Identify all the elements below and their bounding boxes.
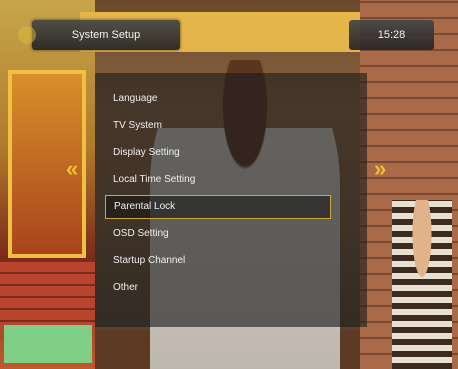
page-title: System Setup <box>71 29 141 41</box>
clock: 15:28 <box>377 29 406 41</box>
menu-item-startup-channel[interactable]: Startup Channel <box>105 249 331 273</box>
background-bricks <box>0 262 95 332</box>
double-chevron-left-icon[interactable]: « <box>66 158 78 180</box>
menu-panel: Language TV System Display Setting Local… <box>95 73 367 327</box>
menu-item-language[interactable]: Language <box>105 87 331 111</box>
menu-item-osd-setting[interactable]: OSD Setting <box>105 222 331 246</box>
menu-item-other[interactable]: Other <box>105 276 331 300</box>
menu-item-display-setting[interactable]: Display Setting <box>105 141 331 165</box>
background-person <box>392 200 452 369</box>
menu-item-tv-system[interactable]: TV System <box>105 114 331 138</box>
title-bar: System Setup <box>18 20 180 50</box>
menu-item-local-time-setting[interactable]: Local Time Setting <box>105 168 331 192</box>
clock-box: 15:28 <box>349 20 434 50</box>
menu-item-parental-lock[interactable]: Parental Lock <box>105 195 331 219</box>
tv-screen: System Setup 15:28 Language TV System Di… <box>0 0 458 369</box>
background-counter <box>4 325 92 363</box>
double-chevron-right-icon[interactable]: » <box>374 158 386 180</box>
